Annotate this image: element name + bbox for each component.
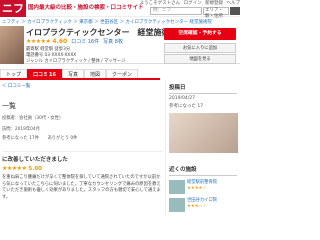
help-link[interactable]: ヘルプ: [227, 1, 241, 6]
map-button[interactable]: 地図を見る: [164, 54, 236, 64]
welcome-text: ようこそゲストさん: [139, 1, 181, 6]
rating-row: ★★★★★ 4.60 口コミ 16件 写真 8枚: [26, 38, 123, 45]
tab-badge: 16: [49, 72, 56, 78]
reviews-link[interactable]: 口コミ 16件: [71, 38, 99, 45]
nearby-item-text: 経堂駅前整骨院 ★★★★☆: [187, 180, 217, 194]
review-visit: 訪問：2019年04月: [2, 127, 40, 132]
search-button[interactable]: [230, 7, 240, 15]
tab-label: クーポン: [112, 72, 133, 78]
review-stats: 参考になった 17件 ありがとう 0件: [2, 136, 78, 141]
review-score-row: ★★★★★ 5.00: [2, 165, 163, 172]
photos-link[interactable]: 写真 8枚: [103, 38, 123, 45]
review-star-icon: ★★★★★: [2, 165, 27, 172]
nearby-stars-icon: ★★★★☆: [187, 186, 207, 191]
genre-info: ジャンル カイロプラクティック / 整体 / マッサージ: [26, 59, 126, 64]
nearby-stars-icon: ★★★☆☆: [187, 204, 207, 209]
tab-photos[interactable]: 写真: [62, 69, 85, 78]
nearby-thumbnail: [169, 180, 185, 194]
site-tagline: 国内最大級の比較・施設の検索・口コミサイト: [28, 5, 144, 11]
review-section-title: 一覧: [2, 102, 16, 110]
back-to-reviews-link[interactable]: ＜ 口コミ一覧: [2, 83, 163, 89]
tab-map[interactable]: 地図: [84, 69, 107, 78]
review-main: ＜ 口コミ一覧 一覧 投稿者：会社員（30代・女性） 訪問：2019年04月 参…: [0, 80, 165, 215]
search-bar: 例：ニフ エリア・駅・住所: [150, 7, 240, 19]
rating-score: 4.60: [52, 38, 68, 45]
tab-label: トップ: [6, 72, 22, 78]
review-score: 5.00: [28, 165, 42, 172]
review-headline: に改善していただきました: [2, 151, 163, 163]
nearby-item[interactable]: 経堂駅前整骨院 ★★★★☆: [169, 180, 237, 194]
sidebar: 投稿日 2019/04/27 参考になった 17 近くの施設 経堂駅前整骨院 ★…: [165, 80, 240, 215]
top-links: ようこそゲストさん ログイン 新規登録 ヘルプ: [138, 0, 240, 6]
register-link[interactable]: 新規登録: [205, 1, 223, 6]
page-title: イロプラクティックセンター 経堂施術院: [26, 28, 178, 37]
shop-thumbnail[interactable]: [0, 26, 24, 64]
nearby-item[interactable]: 世田谷カイロ院 ★★★☆☆: [169, 198, 237, 212]
nearby-thumbnail: [169, 198, 185, 212]
site-logo[interactable]: ニフ: [0, 0, 26, 17]
search-input[interactable]: 例：ニフ: [150, 7, 202, 15]
tab-label: 地図: [90, 72, 101, 78]
post-date: 2019/04/27: [169, 96, 195, 101]
login-link[interactable]: ログイン: [184, 1, 202, 6]
nearby-item-text: 世田谷カイロ院 ★★★☆☆: [187, 198, 217, 212]
content-area: ＜ 口コミ一覧 一覧 投稿者：会社員（30代・女性） 訪問：2019年04月 参…: [0, 80, 240, 215]
reserve-button[interactable]: 空席確認・予約する: [164, 28, 236, 40]
helpful-count: 参考になった 17: [169, 104, 204, 109]
area-select[interactable]: エリア・駅・住所: [203, 7, 229, 19]
sidebar-title: 投稿日: [169, 83, 237, 94]
tab-label: 写真: [68, 72, 79, 78]
favorite-button[interactable]: お気に入りに追加: [164, 43, 236, 53]
tab-coupon[interactable]: クーポン: [106, 69, 139, 78]
top-bar: ニフ 国内最大級の比較・施設の検索・口コミサイト ようこそゲストさん ログイン …: [0, 0, 240, 19]
tab-top[interactable]: トップ: [0, 69, 28, 78]
review-body: を重ね肩こり腰痛だけが辛くて整体院を探していて通院されていたのですが以前から気に…: [2, 175, 161, 200]
tab-label: 口コミ: [33, 72, 49, 78]
nearby-section-title: 近くの施設: [169, 165, 237, 176]
tab-bar: トップ 口コミ16 写真 地図 クーポン: [0, 69, 160, 80]
tab-reviews[interactable]: 口コミ16: [27, 69, 62, 78]
star-rating-icon: ★★★★★: [26, 38, 51, 45]
breadcrumb[interactable]: ニフティ ＞ カイロプラクティック ＞ 東京都 ＞ 世田谷区 ＞ カイロプラクテ…: [0, 17, 240, 26]
review-photo[interactable]: [169, 113, 238, 153]
review-author: 投稿者：会社員（30代・女性）: [2, 116, 64, 121]
shop-header: イロプラクティックセンター 経堂施術院 ★★★★★ 4.60 口コミ 16件 写…: [0, 26, 240, 64]
